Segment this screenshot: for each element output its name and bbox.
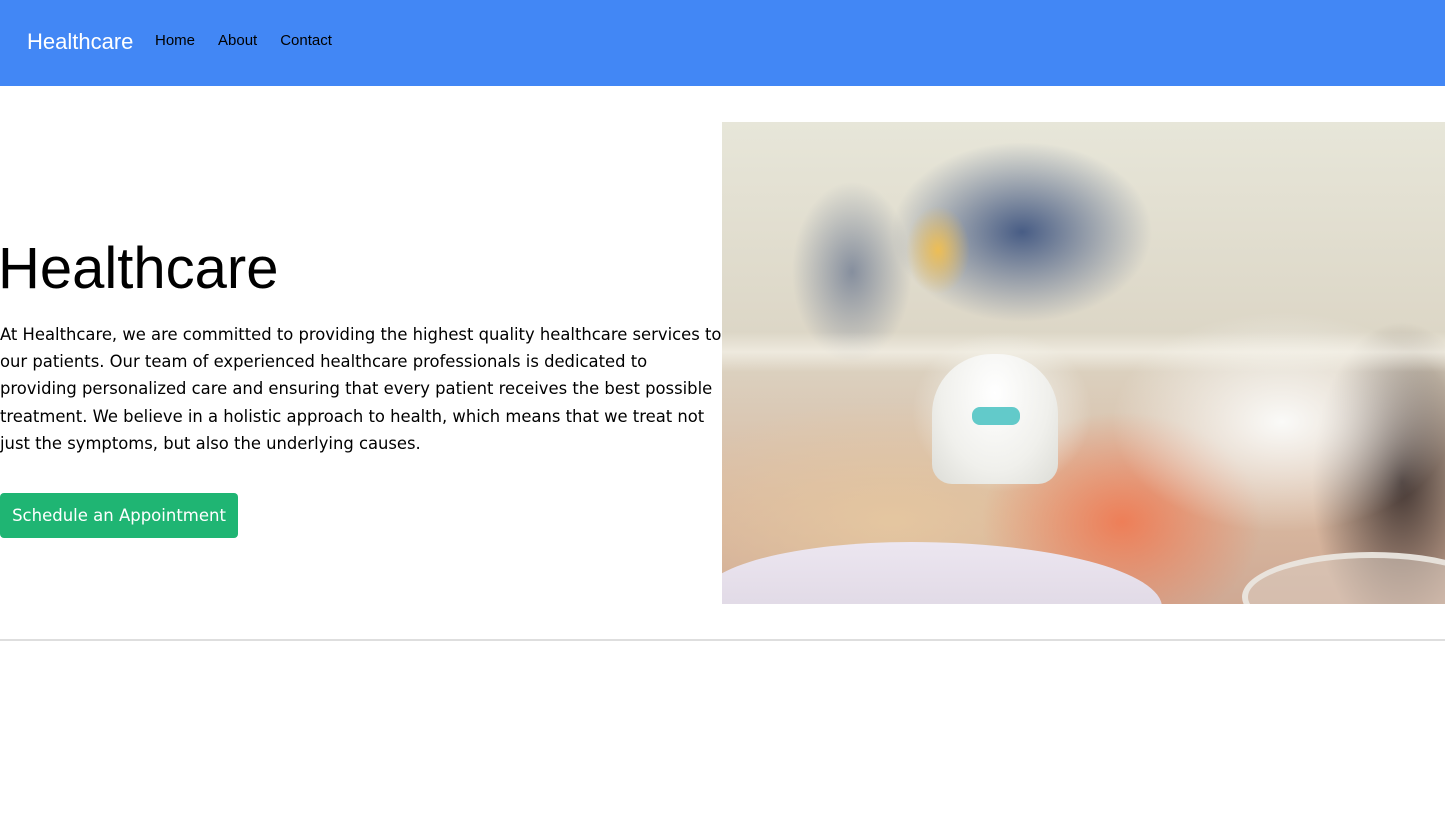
section-divider — [0, 639, 1445, 641]
hero-title: Healthcare — [0, 236, 279, 301]
hero-text-section: Healthcare At Healthcare, we are committ… — [0, 122, 722, 604]
image-light-band — [722, 332, 1445, 372]
hero-image — [722, 122, 1445, 604]
nav-link-contact[interactable]: Contact — [280, 32, 332, 50]
nav-link-about[interactable]: About — [218, 32, 257, 50]
image-glove-shape — [722, 542, 1162, 604]
image-dish-shape — [1242, 552, 1445, 604]
image-jar-label-shape — [972, 407, 1020, 425]
nav-link-home[interactable]: Home — [155, 32, 195, 50]
hero-description: At Healthcare, we are committed to provi… — [0, 325, 722, 453]
schedule-appointment-button[interactable]: Schedule an Appointment — [0, 493, 238, 538]
brand-logo-link[interactable]: Healthcare — [27, 29, 133, 55]
nav-links: Home About Contact — [155, 32, 355, 50]
top-navbar: Healthcare Home About Contact — [0, 0, 1445, 86]
